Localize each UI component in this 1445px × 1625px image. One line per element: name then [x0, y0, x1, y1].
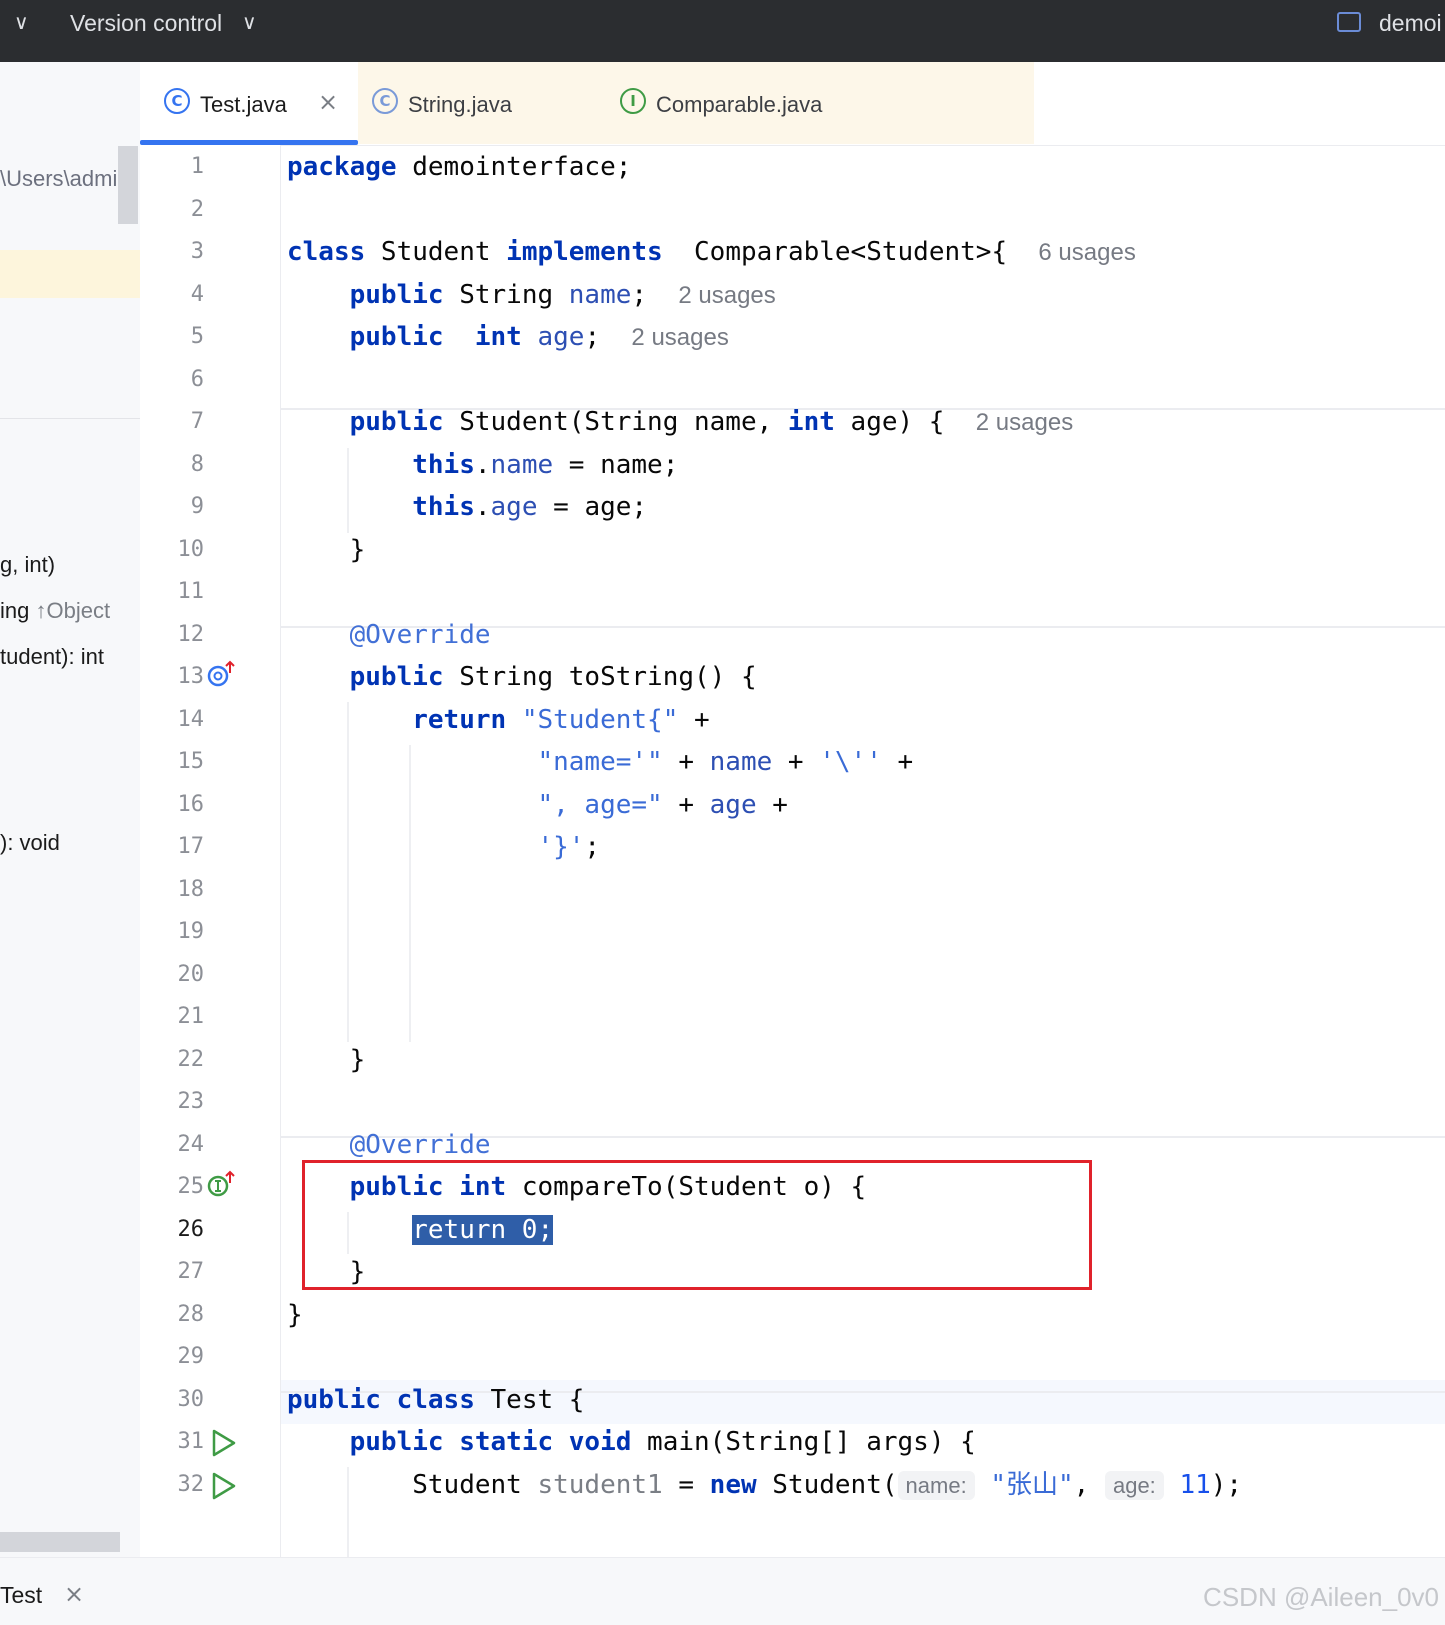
code-line-10: }	[287, 535, 366, 565]
tab-label: Test.java	[200, 92, 287, 117]
line-number: 17	[177, 834, 205, 859]
line-number: 27	[177, 1259, 205, 1284]
code-line-1: package demointerface;	[287, 152, 632, 182]
code-line-7: public Student(String name, int age) { 2…	[349, 407, 1074, 437]
param-hint-name: name:	[897, 1471, 975, 1500]
structure-panel: \Users\admin\ g, int) ing ↑Object tudent…	[0, 62, 141, 1557]
code-line-3: class Student implements Comparable<Stud…	[287, 237, 1136, 267]
watermark: CSDN @Aileen_0v0	[1203, 1582, 1439, 1612]
tab-comparable-java[interactable]: I Comparable.java	[604, 62, 1034, 144]
line-number-gutter: 1 2 3 4 5 6 7 8 9 10 11 12 13 14 15 16 1…	[140, 145, 281, 1557]
line-number: 11	[177, 579, 205, 604]
line-number: 8	[190, 452, 204, 477]
code-line-4: public String name; 2 usages	[349, 280, 776, 310]
code-line-28: }	[287, 1300, 303, 1330]
line-number: 23	[177, 1089, 205, 1114]
close-icon[interactable]: ×	[318, 88, 338, 116]
code-line-31: public static void main(String[] args) {	[349, 1427, 976, 1457]
line-number: 16	[177, 792, 205, 817]
code-line-30: public class Test {	[287, 1385, 585, 1415]
code-editor[interactable]: package demointerface; class Student imp…	[281, 145, 1445, 1557]
code-line-14: return "Student{" +	[412, 705, 710, 735]
line-number: 14	[177, 707, 205, 732]
line-number: 7	[190, 409, 204, 434]
line-number: 5	[190, 324, 204, 349]
usages-hint[interactable]: 2 usages	[678, 282, 775, 309]
implement-up-icon[interactable]	[206, 1169, 236, 1199]
line-number: 28	[177, 1302, 205, 1327]
param-hint-age: age:	[1104, 1471, 1164, 1500]
code-line-32: Student student1 = new Student(name: "张山…	[412, 1470, 1243, 1500]
line-number: 31	[177, 1429, 205, 1454]
line-number: 3	[190, 239, 204, 264]
panel-divider	[0, 418, 140, 419]
run-icon[interactable]	[210, 1428, 238, 1458]
member-main[interactable]: ): void	[0, 830, 60, 856]
line-number: 1	[190, 154, 204, 179]
line-number: 24	[177, 1132, 205, 1157]
selected-tree-row[interactable]	[0, 250, 140, 298]
line-number: 12	[177, 622, 205, 647]
class-icon: C	[372, 88, 398, 114]
line-number: 25	[177, 1174, 205, 1199]
member-compareto[interactable]: tudent): int	[0, 644, 104, 670]
line-number: 32	[177, 1472, 205, 1497]
usages-hint[interactable]: 6 usages	[1038, 239, 1135, 266]
line-number: 29	[177, 1344, 205, 1369]
line-number: 30	[177, 1387, 205, 1412]
code-line-8: this.name = name;	[412, 450, 679, 480]
line-number: 18	[177, 877, 205, 902]
line-number: 22	[177, 1047, 205, 1072]
class-icon: C	[164, 88, 190, 114]
line-number: 2	[190, 197, 204, 222]
member-constructor[interactable]: g, int)	[0, 552, 55, 578]
run-tool-bar: Test × CSDN @Aileen_0v0	[0, 1557, 1445, 1625]
editor-tabs: C Test.java × C String.java I Comparable…	[140, 62, 1445, 146]
project-window-icon[interactable]	[1337, 12, 1361, 32]
code-line-12: @Override	[349, 620, 491, 650]
tab-string-java[interactable]: C String.java	[358, 62, 604, 144]
line-number: 4	[190, 282, 204, 307]
code-line-9: this.age = age;	[412, 492, 648, 522]
code-line-13: public String toString() {	[349, 662, 757, 692]
usages-hint[interactable]: 2 usages	[976, 409, 1073, 436]
run-icon[interactable]	[210, 1471, 238, 1501]
interface-icon: I	[620, 88, 646, 114]
title-bar: ∨ Version control ∨ demoi	[0, 0, 1445, 62]
member-tostring-override: ↑Object	[35, 598, 111, 623]
line-number: 9	[190, 494, 204, 519]
chevron-down-icon[interactable]: ∨	[242, 10, 257, 35]
run-tab-test[interactable]: Test	[0, 1582, 42, 1609]
panel-scrollbar[interactable]	[118, 146, 138, 224]
code-line-15: "name='" + name + '\'' +	[537, 747, 914, 777]
close-icon[interactable]: ×	[64, 1580, 84, 1608]
override-up-icon[interactable]	[206, 659, 236, 689]
line-number: 19	[177, 919, 205, 944]
project-name[interactable]: demoi	[1379, 10, 1442, 37]
annotation-highlight-box	[302, 1160, 1092, 1290]
current-line-number: 26	[177, 1217, 205, 1242]
line-number: 20	[177, 962, 205, 987]
line-number: 13	[177, 664, 205, 689]
main-menu-chevron-icon[interactable]: ∨	[14, 10, 29, 35]
code-line-16: ", age=" + age +	[537, 790, 788, 820]
member-tostring-label: ing	[0, 598, 36, 623]
code-line-17: '}';	[537, 832, 601, 862]
usages-hint[interactable]: 2 usages	[631, 324, 728, 351]
member-tostring[interactable]: ing ↑Object	[0, 598, 110, 624]
tab-test-java[interactable]: C Test.java ×	[140, 62, 358, 145]
code-line-22: }	[287, 1045, 366, 1075]
version-control-menu[interactable]: Version control	[70, 10, 222, 37]
tab-label: String.java	[408, 92, 512, 117]
tab-label: Comparable.java	[656, 92, 823, 117]
code-line-5: public int age; 2 usages	[349, 322, 729, 352]
project-path: \Users\admin\	[0, 166, 136, 191]
line-number: 15	[177, 749, 205, 774]
panel-horizontal-scrollbar[interactable]	[0, 1532, 120, 1552]
line-number: 21	[177, 1004, 205, 1029]
line-number: 6	[190, 367, 204, 392]
line-number: 10	[177, 537, 205, 562]
